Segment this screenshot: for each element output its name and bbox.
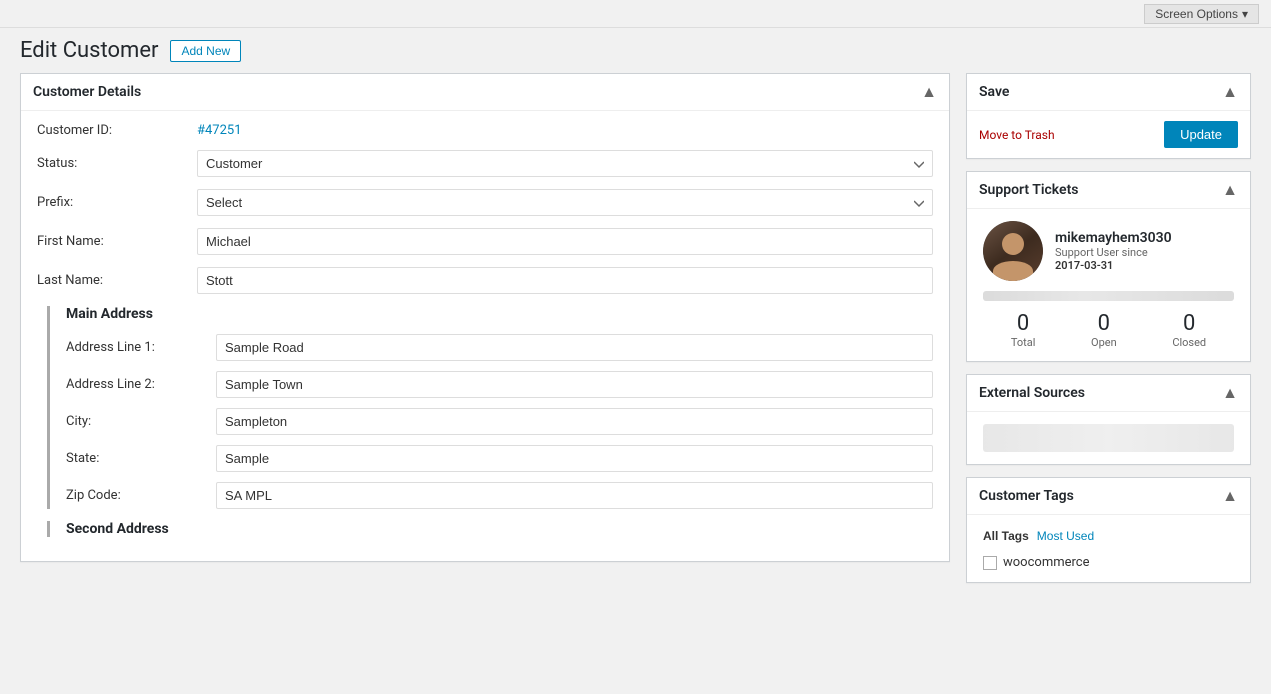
prefix-select[interactable]: Select (197, 189, 933, 216)
add-new-button[interactable]: Add New (170, 40, 241, 62)
last-name-label: Last Name: (37, 273, 197, 288)
tag-woocommerce-row: woocommerce (983, 555, 1234, 570)
city-label: City: (66, 414, 216, 429)
since-text: Support User since 2017-03-31 (1055, 246, 1172, 272)
first-name-row: First Name: (37, 228, 933, 255)
external-blurred-content (983, 424, 1234, 452)
zip-row: Zip Code: (66, 482, 933, 509)
customer-id-row: Customer ID: #47251 (37, 123, 933, 138)
external-sources-metabox: External Sources ▲ (966, 374, 1251, 465)
customer-details-header[interactable]: Customer Details ▲ (21, 74, 949, 111)
main-address-section: Main Address Address Line 1: Address Lin… (47, 306, 933, 509)
address1-input[interactable] (216, 334, 933, 361)
screen-options-label: Screen Options (1155, 7, 1238, 21)
top-bar: Screen Options ▾ (0, 0, 1271, 28)
external-sources-body (967, 412, 1250, 464)
second-address-title: Second Address (66, 521, 933, 537)
zip-label: Zip Code: (66, 488, 216, 503)
avatar-face (983, 221, 1043, 281)
support-tickets-body: mikemayhem3030 Support User since 2017-0… (967, 209, 1250, 361)
status-select[interactable]: Customer (197, 150, 933, 177)
save-collapse-icon: ▲ (1222, 82, 1238, 102)
address1-row: Address Line 1: (66, 334, 933, 361)
most-used-tab[interactable]: Most Used (1037, 527, 1094, 545)
screen-options-button[interactable]: Screen Options ▾ (1144, 4, 1259, 24)
avatar (983, 221, 1043, 281)
first-name-label: First Name: (37, 234, 197, 249)
customer-details-body: Customer ID: #47251 Status: Customer Pre… (21, 111, 949, 561)
address1-label: Address Line 1: (66, 340, 216, 355)
support-tickets-header[interactable]: Support Tickets ▲ (967, 172, 1250, 209)
main-address-title: Main Address (66, 306, 933, 322)
external-sources-header[interactable]: External Sources ▲ (967, 375, 1250, 412)
zip-input[interactable] (216, 482, 933, 509)
since-date: 2017-03-31 (1055, 259, 1113, 272)
customer-tags-metabox: Customer Tags ▲ All Tags Most Used wooco… (966, 477, 1251, 583)
external-sources-title: External Sources (979, 385, 1085, 401)
status-row: Status: Customer (37, 150, 933, 177)
support-collapse-icon: ▲ (1222, 180, 1238, 200)
customer-tags-header[interactable]: Customer Tags ▲ (967, 478, 1250, 515)
open-label: Open (1091, 336, 1117, 349)
collapse-icon: ▲ (921, 82, 937, 102)
save-metabox-body: Move to Trash Update (967, 111, 1250, 158)
page-title: Edit Customer (20, 38, 158, 63)
address2-input[interactable] (216, 371, 933, 398)
first-name-input[interactable] (197, 228, 933, 255)
right-column: Save ▲ Move to Trash Update Support Tick… (966, 73, 1251, 583)
customer-details-title: Customer Details (33, 84, 141, 100)
support-tickets-metabox: Support Tickets ▲ mikemayhem3030 Support… (966, 171, 1251, 362)
last-name-input[interactable] (197, 267, 933, 294)
second-address-section: Second Address (47, 521, 933, 537)
all-tags-tab[interactable]: All Tags (983, 527, 1029, 545)
closed-label: Closed (1172, 336, 1206, 349)
address2-row: Address Line 2: (66, 371, 933, 398)
total-label: Total (1011, 336, 1036, 349)
chevron-down-icon: ▾ (1242, 7, 1248, 21)
main-layout: Customer Details ▲ Customer ID: #47251 S… (0, 73, 1271, 603)
tag-woocommerce-label: woocommerce (1003, 555, 1090, 570)
blurred-link-bar (983, 291, 1234, 301)
move-to-trash-link[interactable]: Move to Trash (979, 128, 1055, 142)
last-name-row: Last Name: (37, 267, 933, 294)
open-value: 0 (1091, 311, 1117, 336)
support-user-row: mikemayhem3030 Support User since 2017-0… (983, 221, 1234, 281)
open-count: 0 Open (1091, 311, 1117, 349)
closed-value: 0 (1172, 311, 1206, 336)
state-label: State: (66, 451, 216, 466)
customer-details-metabox: Customer Details ▲ Customer ID: #47251 S… (20, 73, 950, 562)
status-label: Status: (37, 156, 197, 171)
city-row: City: (66, 408, 933, 435)
customer-id-label: Customer ID: (37, 123, 197, 138)
address2-label: Address Line 2: (66, 377, 216, 392)
prefix-row: Prefix: Select (37, 189, 933, 216)
tags-tab-row: All Tags Most Used (983, 527, 1234, 545)
update-button[interactable]: Update (1164, 121, 1238, 148)
prefix-label: Prefix: (37, 195, 197, 210)
support-tickets-title: Support Tickets (979, 182, 1078, 198)
total-value: 0 (1011, 311, 1036, 336)
closed-count: 0 Closed (1172, 311, 1206, 349)
tag-woocommerce-checkbox[interactable] (983, 556, 997, 570)
tags-collapse-icon: ▲ (1222, 486, 1238, 506)
state-input[interactable] (216, 445, 933, 472)
total-count: 0 Total (1011, 311, 1036, 349)
ticket-counts: 0 Total 0 Open 0 Closed (983, 311, 1234, 349)
customer-id-value: #47251 (197, 123, 242, 138)
save-metabox: Save ▲ Move to Trash Update (966, 73, 1251, 159)
customer-tags-body: All Tags Most Used woocommerce (967, 515, 1250, 582)
left-column: Customer Details ▲ Customer ID: #47251 S… (20, 73, 950, 583)
save-title: Save (979, 84, 1009, 100)
save-metabox-header[interactable]: Save ▲ (967, 74, 1250, 111)
page-header: Edit Customer Add New (0, 28, 1271, 73)
city-input[interactable] (216, 408, 933, 435)
state-row: State: (66, 445, 933, 472)
customer-tags-title: Customer Tags (979, 488, 1074, 504)
user-info: mikemayhem3030 Support User since 2017-0… (1055, 230, 1172, 272)
username: mikemayhem3030 (1055, 230, 1172, 246)
external-collapse-icon: ▲ (1222, 383, 1238, 403)
